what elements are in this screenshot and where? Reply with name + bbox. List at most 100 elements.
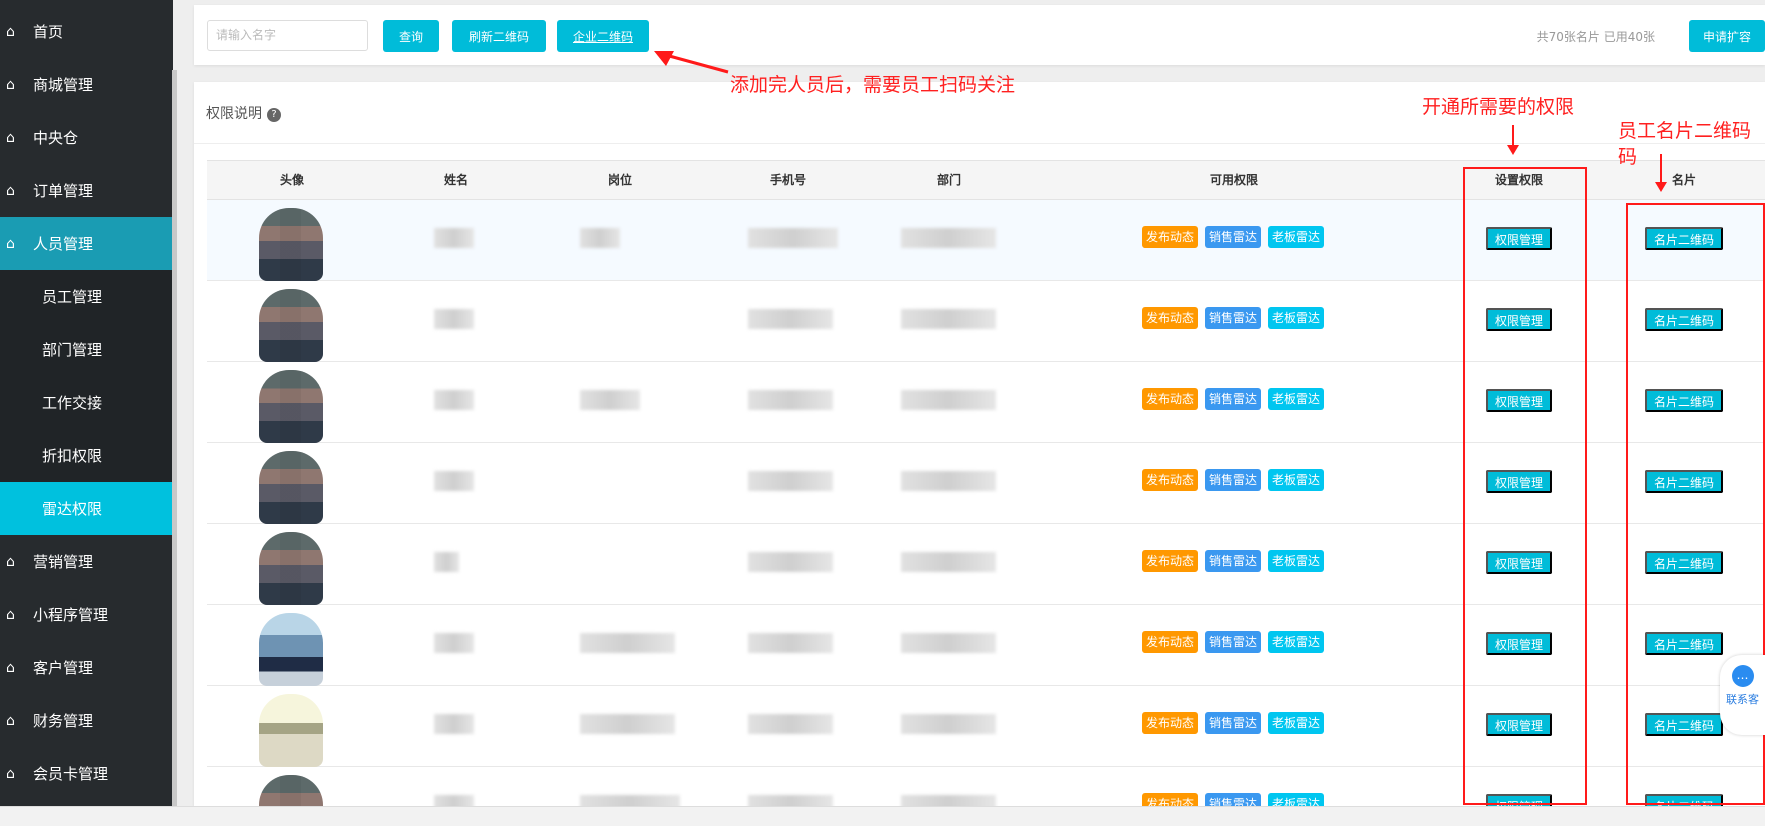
sidebar-item[interactable]: ⌂ 客户管理 xyxy=(0,641,173,694)
sidebar-item-label: 员工管理 xyxy=(42,288,103,306)
blurred-cell xyxy=(434,552,459,572)
sidebar: ⌂ 首页 ⌂ 商城管理 ⌂ 中央仓 ⌂ 订单管理 ⌂ 人员管理 员工管理 部门管理 工作交接 折扣权限 雷达… xyxy=(0,0,173,806)
sidebar-item-label: 会员卡管理 xyxy=(33,765,109,783)
sidebar-item-label: 人员管理 xyxy=(33,235,94,253)
avatar xyxy=(259,532,323,605)
permission-tag: 老板雷达 xyxy=(1268,550,1325,572)
column-header: 头像 xyxy=(279,173,305,187)
company-qr-button[interactable]: 企业二维码 xyxy=(557,20,649,52)
blurred-cell xyxy=(434,714,474,734)
blurred-cell xyxy=(434,795,474,806)
sidebar-item-label: 营销管理 xyxy=(33,553,94,571)
sidebar-item[interactable]: ⌂ 中央仓 xyxy=(0,111,173,164)
blurred-cell xyxy=(901,228,996,248)
quota-text: 共70张名片 已用40张 xyxy=(1536,30,1655,44)
sidebar-item-label: 客户管理 xyxy=(33,659,94,677)
permission-tag: 老板雷达 xyxy=(1268,226,1325,248)
blurred-cell xyxy=(748,309,833,329)
sidebar-scrollbar[interactable] xyxy=(172,70,177,806)
permission-tag: 发布动态 xyxy=(1142,469,1199,491)
permission-tag: 销售雷达 xyxy=(1205,712,1262,734)
chat-icon: … xyxy=(1731,665,1754,687)
home-icon: ⌂ xyxy=(6,235,15,252)
blurred-cell xyxy=(434,390,474,410)
sidebar-item[interactable]: 员工管理 xyxy=(0,270,173,323)
home-icon: ⌂ xyxy=(6,606,15,623)
blurred-cell xyxy=(434,633,474,653)
blurred-cell xyxy=(748,228,838,248)
divider xyxy=(194,143,1765,144)
sidebar-item[interactable]: 折扣权限 xyxy=(0,429,173,482)
refresh-qr-button[interactable]: 刷新二维码 xyxy=(452,20,546,52)
home-icon: ⌂ xyxy=(6,23,15,40)
blurred-cell xyxy=(434,471,474,491)
permission-tag: 发布动态 xyxy=(1142,712,1199,734)
blurred-cell xyxy=(901,633,996,653)
column-header: 姓名 xyxy=(443,173,469,187)
permission-title-text: 权限说明 xyxy=(206,106,262,122)
apply-expand-button[interactable]: 申请扩容 xyxy=(1689,20,1765,52)
arrow-down-icon xyxy=(1655,154,1667,192)
annotation-box-set-permission xyxy=(1463,167,1587,805)
contact-service-button[interactable]: … 联系客 xyxy=(1720,655,1765,735)
permission-tag: 销售雷达 xyxy=(1205,388,1262,410)
sidebar-item[interactable]: ⌂ 订单管理 xyxy=(0,164,173,217)
permission-tag: 销售雷达 xyxy=(1205,550,1262,572)
avatar xyxy=(259,370,323,443)
query-button[interactable]: 查询 xyxy=(383,20,439,52)
home-icon: ⌂ xyxy=(6,553,15,570)
blurred-cell xyxy=(748,795,833,806)
sidebar-item[interactable]: ⌂ 首页 xyxy=(0,5,173,58)
column-header: 可用权限 xyxy=(1209,173,1259,187)
blurred-cell xyxy=(901,390,996,410)
avatar xyxy=(259,289,323,362)
permission-tag: 老板雷达 xyxy=(1268,469,1325,491)
sidebar-item[interactable]: 部门管理 xyxy=(0,323,173,376)
blurred-cell xyxy=(434,309,474,329)
annotation-card-qr-line2: 码 xyxy=(1618,146,1638,168)
bottom-bar xyxy=(0,806,1765,826)
annotation-arrow-icon xyxy=(654,51,729,74)
sidebar-item[interactable]: ⌂ 营销管理 xyxy=(0,535,173,588)
sidebar-item[interactable]: ⌂ 会员卡管理 xyxy=(0,747,173,800)
avatar xyxy=(259,451,323,524)
sidebar-item[interactable]: ⌂ 人员管理 xyxy=(0,217,173,270)
help-icon[interactable]: ? xyxy=(267,108,281,122)
sidebar-item[interactable]: ⌂ 小程序管理 xyxy=(0,588,173,641)
sidebar-item[interactable]: 工作交接 xyxy=(0,376,173,429)
home-icon: ⌂ xyxy=(6,76,15,93)
sidebar-item[interactable]: 雷达权限 xyxy=(0,482,173,535)
permission-tag: 老板雷达 xyxy=(1268,631,1325,653)
blurred-cell xyxy=(748,552,833,572)
blurred-cell xyxy=(901,552,996,572)
blurred-cell xyxy=(748,714,833,734)
blurred-cell xyxy=(901,471,996,491)
permission-tag: 销售雷达 xyxy=(1205,469,1262,491)
home-icon: ⌂ xyxy=(6,129,15,146)
sidebar-item-label: 订单管理 xyxy=(33,182,94,200)
permission-tag: 老板雷达 xyxy=(1268,793,1325,806)
annotation-scan: 添加完人员后，需要员工扫码关注 xyxy=(730,74,1016,96)
sidebar-item[interactable]: ⌂ 财务管理 xyxy=(0,694,173,747)
avatar xyxy=(259,775,323,806)
sidebar-item-label: 中央仓 xyxy=(33,129,79,147)
blurred-cell xyxy=(748,471,833,491)
permission-tag: 销售雷达 xyxy=(1205,793,1262,806)
column-header: 岗位 xyxy=(607,173,633,187)
search-input[interactable]: 请输入名字 xyxy=(207,20,368,51)
sidebar-item[interactable]: ⌂ 商城管理 xyxy=(0,58,173,111)
column-header: 部门 xyxy=(936,173,962,187)
blurred-cell xyxy=(580,390,640,410)
annotation-card-qr-line1: 员工名片二维码 xyxy=(1618,120,1752,142)
blurred-cell xyxy=(580,228,620,248)
contact-label: 联系客 xyxy=(1726,693,1759,706)
blurred-cell xyxy=(748,633,833,653)
permission-tag: 老板雷达 xyxy=(1268,712,1325,734)
home-icon: ⌂ xyxy=(6,712,15,729)
permission-tag: 发布动态 xyxy=(1142,631,1199,653)
avatar xyxy=(259,613,323,686)
home-icon: ⌂ xyxy=(6,765,15,782)
arrow-down-icon xyxy=(1507,125,1519,155)
sidebar-item-label: 小程序管理 xyxy=(33,606,109,624)
permission-tag: 发布动态 xyxy=(1142,388,1199,410)
